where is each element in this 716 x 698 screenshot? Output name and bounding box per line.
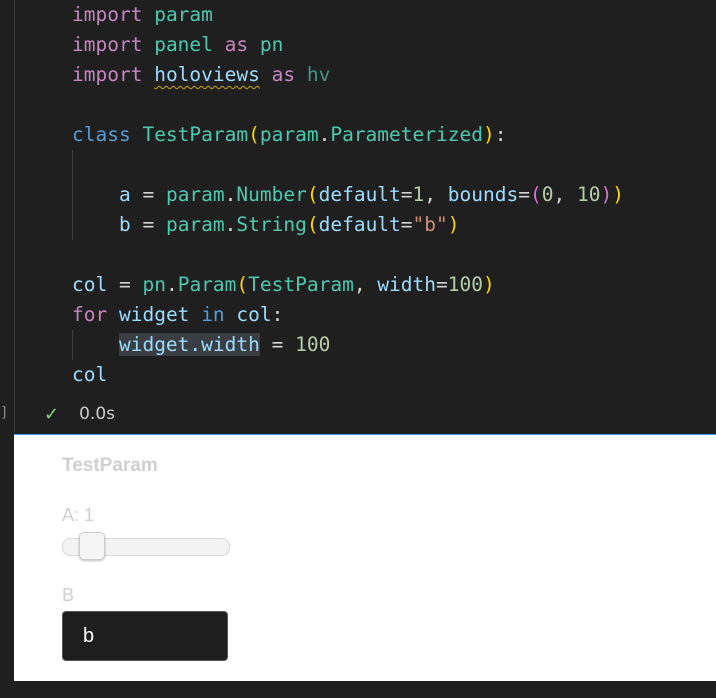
- slider-label: A: 1: [62, 505, 95, 525]
- text-input-b[interactable]: [62, 611, 228, 661]
- check-icon: ✓: [44, 403, 60, 425]
- execution-time: 0.0s: [79, 404, 115, 424]
- slider-handle[interactable]: [78, 532, 105, 560]
- code-editor[interactable]: import param import panel as pn import h…: [72, 0, 624, 390]
- code-line-5: class TestParam(param.Parameterized):: [72, 123, 507, 146]
- unresolved-import-warning: holoviews: [154, 63, 260, 86]
- cell-output: TestParam A: 1 B: [14, 434, 716, 681]
- code-line-7: a = param.Number(default=1, bounds=(0, 1…: [118, 183, 624, 206]
- code-line-1: import param: [72, 3, 213, 26]
- text-input-label: B: [62, 585, 75, 605]
- code-line-13: col: [72, 363, 108, 386]
- code-line-2: import panel as pn: [72, 33, 284, 56]
- cell-border: [14, 0, 15, 433]
- widget-panel-title: TestParam: [62, 455, 158, 476]
- code-line-12: widget.width = 100: [118, 333, 331, 356]
- cell-execution-status: ✓ 0.0s: [44, 400, 115, 428]
- code-line-8: b = param.String(default="b"): [118, 213, 460, 236]
- selected-text: widget.width: [118, 333, 260, 356]
- code-line-3: import holoviews as hv: [72, 63, 331, 86]
- cell-edge-marker: ]: [0, 405, 9, 421]
- code-line-10: col = pn.Param(TestParam, width=100): [72, 273, 495, 296]
- code-line-11: for widget in col:: [72, 303, 284, 326]
